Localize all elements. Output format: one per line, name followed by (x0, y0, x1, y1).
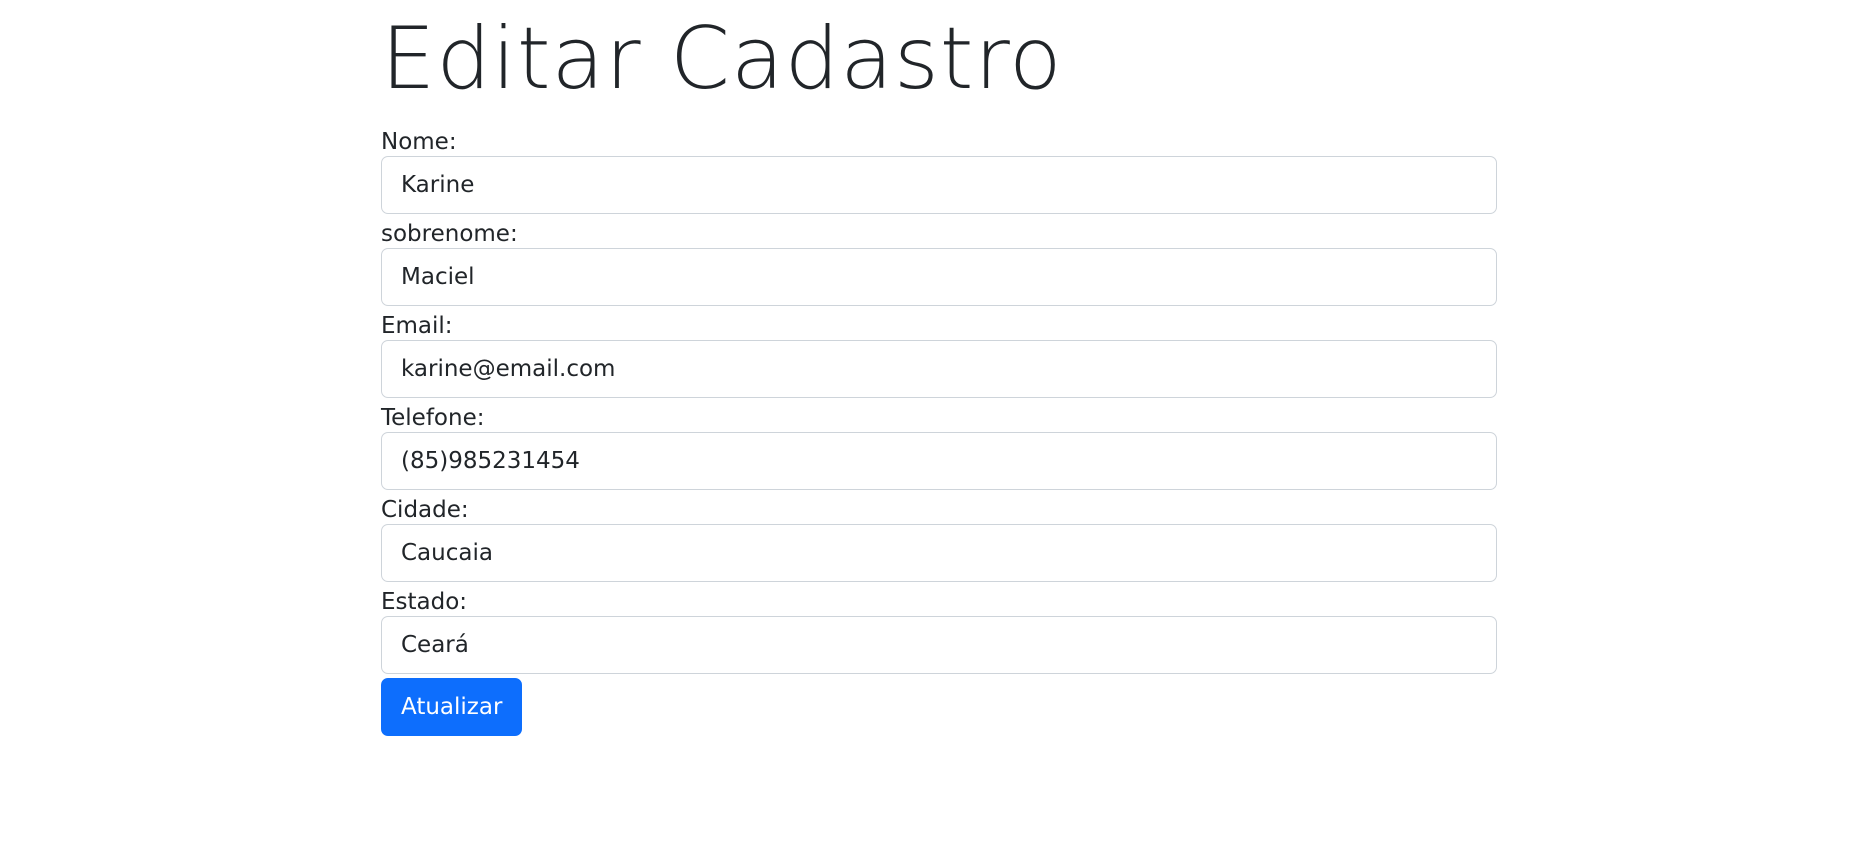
update-button[interactable]: Atualizar (381, 678, 523, 736)
city-group: Cidade: (381, 494, 1497, 582)
state-group: Estado: (381, 586, 1497, 674)
email-group: Email: (381, 310, 1497, 398)
edit-registration-form-container: Editar Cadastro Nome: sobrenome: Email: … (381, 0, 1497, 736)
phone-label: Telefone: (381, 405, 485, 431)
state-input[interactable] (381, 616, 1497, 674)
last-name-group: sobrenome: (381, 218, 1497, 306)
first-name-label: Nome: (381, 129, 457, 155)
phone-input[interactable] (381, 432, 1497, 490)
page-title: Editar Cadastro (381, 9, 1063, 109)
email-input[interactable] (381, 340, 1497, 398)
state-label: Estado: (381, 589, 468, 615)
city-label: Cidade: (381, 497, 469, 523)
last-name-label: sobrenome: (381, 221, 518, 247)
phone-group: Telefone: (381, 402, 1497, 490)
first-name-group: Nome: (381, 126, 1497, 214)
first-name-input[interactable] (381, 156, 1497, 214)
edit-registration-form: Nome: sobrenome: Email: Telefone: Cidade… (381, 126, 1497, 736)
email-label: Email: (381, 313, 453, 339)
city-input[interactable] (381, 524, 1497, 582)
last-name-input[interactable] (381, 248, 1497, 306)
